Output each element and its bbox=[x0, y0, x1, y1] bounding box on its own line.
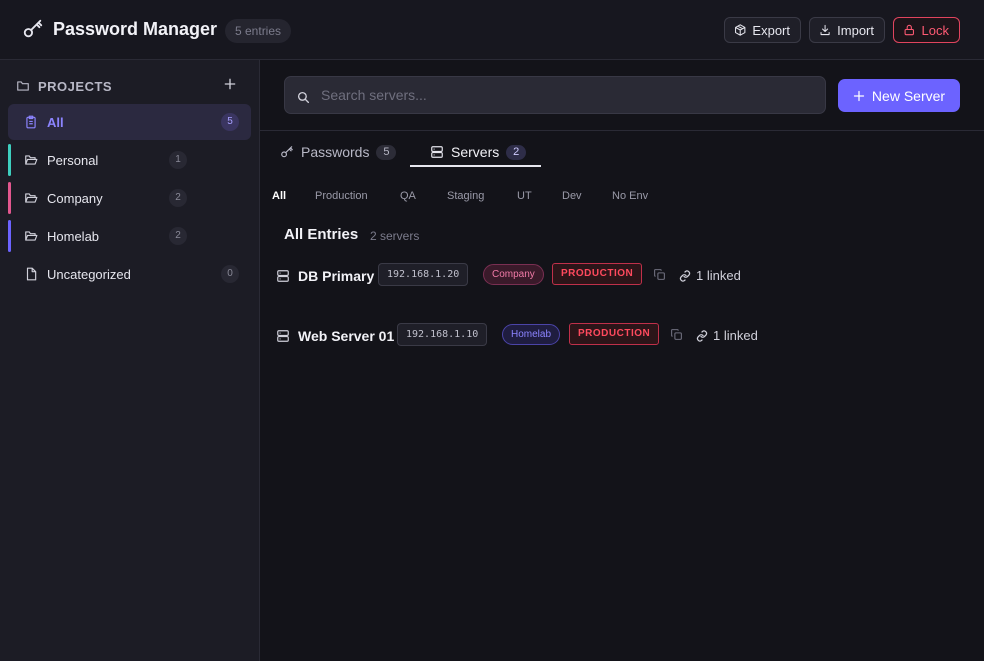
folder-open-icon bbox=[25, 155, 38, 165]
sidebar-item-personal[interactable]: Personal 1 bbox=[8, 142, 251, 178]
section-title: All Entries bbox=[284, 226, 359, 243]
folder-icon bbox=[17, 81, 29, 91]
sidebar-item-count: 1 bbox=[169, 151, 187, 169]
tab-count: 2 bbox=[506, 144, 527, 160]
sidebar-item-label: Uncategorized bbox=[47, 266, 131, 282]
entries-badge: 5 entries bbox=[225, 19, 292, 43]
server-icon bbox=[277, 330, 289, 342]
app-title: Password Manager bbox=[53, 19, 218, 39]
linked-label: 1 linked bbox=[713, 328, 758, 343]
export-label: Export bbox=[752, 22, 790, 38]
server-row[interactable]: Web Server 01 192.168.1.10 Homelab PRODU… bbox=[276, 323, 976, 349]
lock-label: Lock bbox=[921, 22, 949, 38]
sidebar-item-label: Company bbox=[47, 190, 103, 206]
tab-passwords[interactable]: Passwords 5 bbox=[280, 140, 397, 164]
project-badge: Company bbox=[483, 264, 544, 285]
export-button[interactable]: Export bbox=[724, 17, 801, 43]
section-count: 2 servers bbox=[370, 229, 420, 243]
server-ip: 192.168.1.20 bbox=[378, 263, 469, 286]
server-row[interactable]: DB Primary 192.168.1.20 Company PRODUCTI… bbox=[276, 263, 976, 289]
main-panel: New Server Passwords 5 Servers 2 All Pro… bbox=[260, 60, 984, 661]
sidebar-item-label: Homelab bbox=[47, 228, 100, 244]
plus-icon bbox=[853, 90, 865, 101]
new-server-label: New Server bbox=[871, 87, 946, 104]
tab-servers[interactable]: Servers 2 bbox=[430, 140, 527, 164]
env-filter-production[interactable]: Production bbox=[315, 190, 368, 202]
sidebar-item-count: 2 bbox=[169, 189, 187, 207]
server-ip: 192.168.1.10 bbox=[397, 323, 488, 346]
sidebar-item-count: 0 bbox=[221, 265, 239, 283]
search-input[interactable] bbox=[321, 77, 816, 113]
env-filter-dev[interactable]: Dev bbox=[562, 190, 582, 202]
project-color-accent bbox=[8, 220, 11, 252]
import-label: Import bbox=[837, 22, 874, 38]
copy-icon[interactable] bbox=[670, 328, 683, 341]
sidebar-item-all[interactable]: All 5 bbox=[8, 104, 251, 140]
server-name: Web Server 01 bbox=[298, 328, 395, 344]
lock-button[interactable]: Lock bbox=[893, 17, 960, 43]
sidebar-item-count: 5 bbox=[221, 113, 239, 131]
tabs-divider bbox=[260, 130, 984, 131]
env-filter-ut[interactable]: UT bbox=[517, 190, 532, 202]
sidebar-item-company[interactable]: Company 2 bbox=[8, 180, 251, 216]
sidebar-item-count: 2 bbox=[169, 227, 187, 245]
server-icon bbox=[277, 270, 289, 282]
sidebar: PROJECTS All 5 Personal 1 Company 2 Home… bbox=[0, 60, 260, 661]
package-icon bbox=[735, 24, 746, 36]
clipboard-icon bbox=[26, 115, 36, 129]
tab-label: Servers bbox=[451, 144, 500, 160]
env-badge: PRODUCTION bbox=[569, 323, 660, 345]
link-icon bbox=[696, 329, 708, 342]
server-icon bbox=[431, 146, 443, 158]
sidebar-item-label: All bbox=[47, 114, 64, 130]
env-badge: PRODUCTION bbox=[552, 263, 643, 285]
download-icon bbox=[820, 24, 830, 36]
sidebar-item-label: Personal bbox=[47, 152, 99, 168]
linked-entries[interactable]: 1 linked bbox=[679, 268, 741, 283]
lock-icon bbox=[904, 24, 914, 36]
search-box bbox=[284, 76, 826, 114]
new-server-button[interactable]: New Server bbox=[838, 79, 960, 112]
copy-icon[interactable] bbox=[653, 268, 666, 281]
file-icon bbox=[26, 267, 37, 281]
key-icon bbox=[281, 146, 293, 158]
env-filter-qa[interactable]: QA bbox=[400, 190, 416, 202]
link-icon bbox=[679, 269, 691, 282]
folder-open-icon bbox=[25, 193, 38, 203]
server-name: DB Primary bbox=[298, 268, 375, 284]
sidebar-item-uncategorized[interactable]: Uncategorized 0 bbox=[8, 256, 251, 292]
tab-label: Passwords bbox=[301, 144, 370, 160]
import-button[interactable]: Import bbox=[809, 17, 885, 43]
folder-open-icon bbox=[25, 231, 38, 241]
add-project-icon[interactable] bbox=[222, 76, 238, 92]
projects-header: PROJECTS bbox=[16, 76, 246, 96]
env-filter-all[interactable]: All bbox=[272, 190, 286, 202]
active-tab-indicator bbox=[410, 165, 541, 167]
linked-label: 1 linked bbox=[696, 268, 741, 283]
linked-entries[interactable]: 1 linked bbox=[696, 328, 758, 343]
project-color-accent bbox=[8, 182, 11, 214]
key-icon bbox=[23, 19, 43, 38]
env-filter-no-env[interactable]: No Env bbox=[612, 190, 648, 202]
projects-title: PROJECTS bbox=[38, 78, 113, 94]
tab-count: 5 bbox=[376, 144, 397, 160]
project-color-accent bbox=[8, 144, 11, 176]
env-filter-staging[interactable]: Staging bbox=[447, 190, 484, 202]
search-icon bbox=[297, 91, 310, 104]
project-badge: Homelab bbox=[502, 324, 561, 345]
sidebar-item-homelab[interactable]: Homelab 2 bbox=[8, 218, 251, 254]
app-header: Password Manager 5 entries Export Import… bbox=[0, 0, 984, 60]
